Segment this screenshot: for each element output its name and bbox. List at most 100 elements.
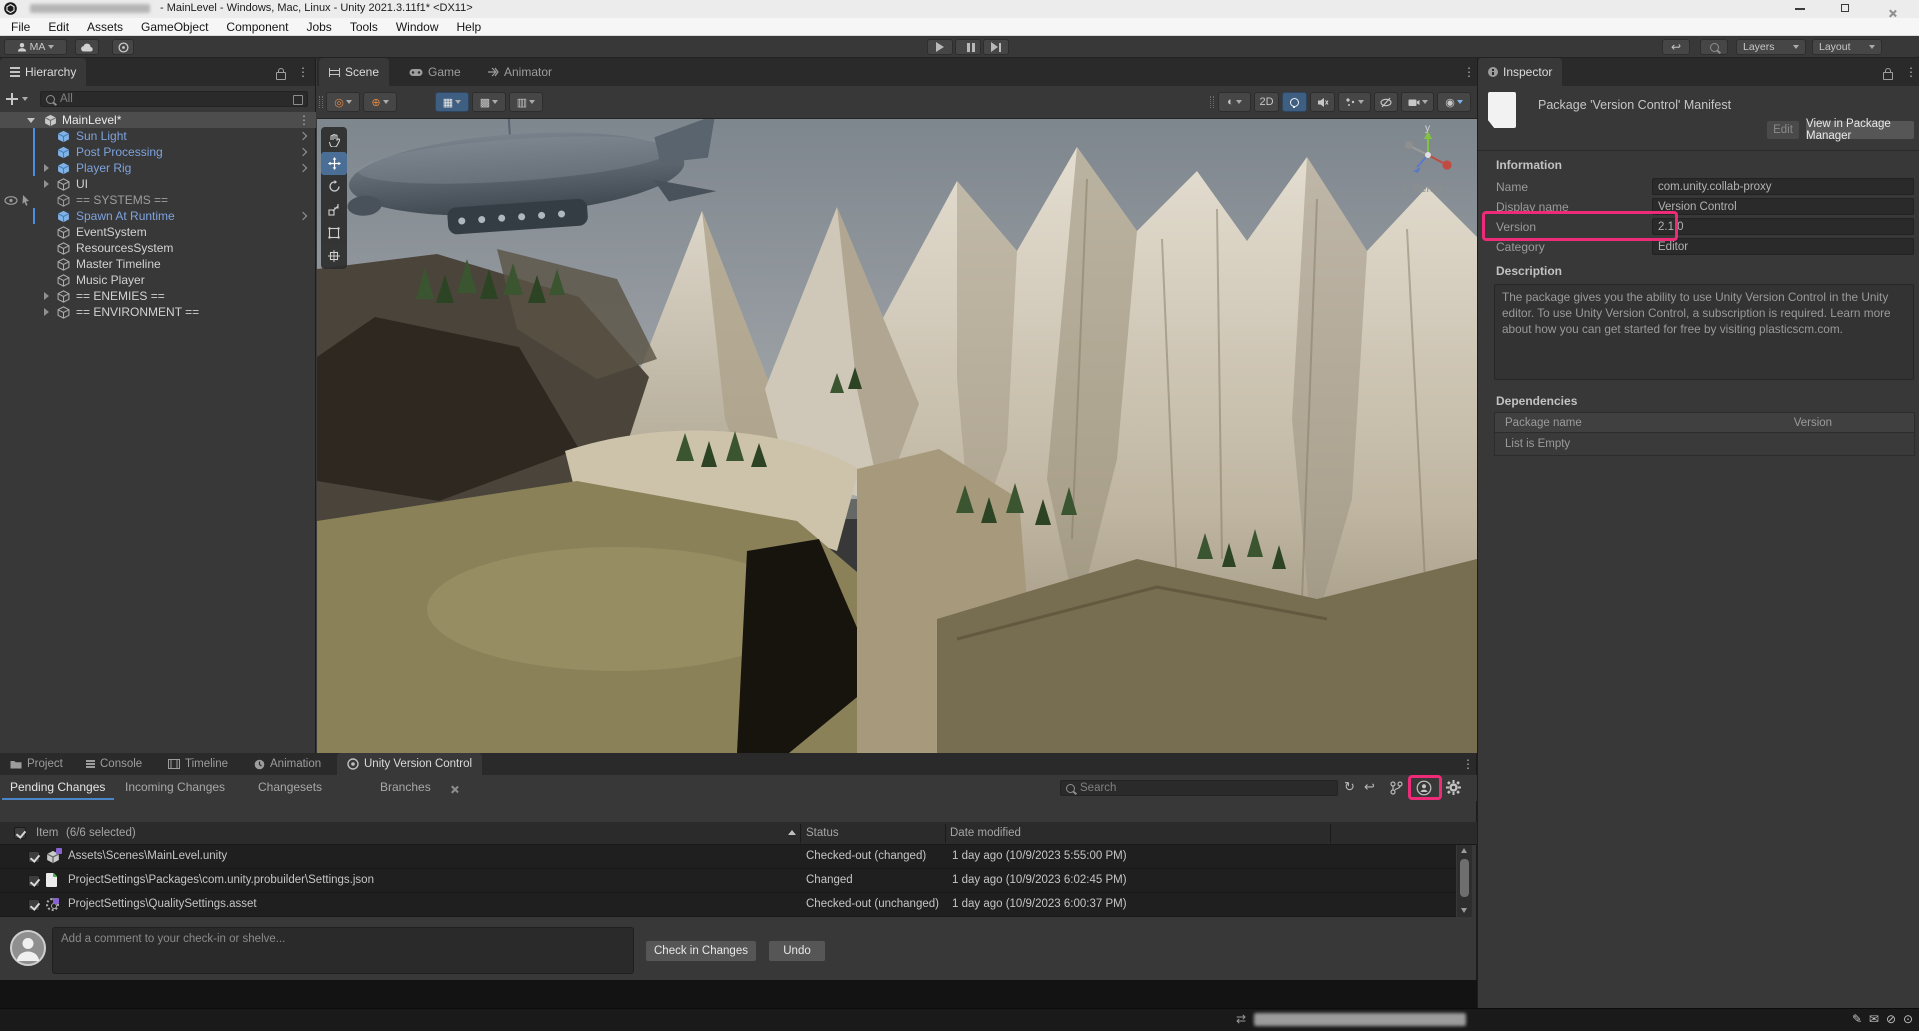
workspace-swap-icon[interactable]: ⇄ [1236, 1012, 1246, 1026]
increment-snap-dropdown[interactable]: ▩ [472, 92, 506, 112]
scrollbar-thumb[interactable] [1460, 859, 1469, 897]
menu-jobs[interactable]: Jobs [297, 18, 340, 36]
orientation-gizmo[interactable]: y [1397, 121, 1459, 183]
audio-toggle[interactable] [1310, 92, 1335, 112]
column-divider[interactable] [945, 824, 946, 843]
hierarchy-row[interactable]: Master Timeline [0, 256, 316, 272]
menu-gameobject[interactable]: GameObject [132, 18, 217, 36]
add-dropdown-icon[interactable] [22, 97, 28, 101]
grid-snap-dropdown[interactable]: ▦ [435, 92, 469, 112]
table-row[interactable]: ProjectSettings\QualitySettings.asset Ch… [0, 893, 1456, 917]
gear-icon[interactable] [1446, 780, 1461, 795]
hidden-objects-toggle[interactable] [1374, 92, 1398, 112]
tab-inspector[interactable]: Inspector [1478, 58, 1562, 86]
expand-icon[interactable] [44, 164, 49, 172]
pen-tray-icon[interactable]: ✎ [1852, 1012, 1862, 1026]
blocked-tray-icon[interactable]: ⊘ [1886, 1012, 1896, 1026]
scene-menu-icon[interactable]: ⋮ [298, 114, 310, 126]
tab-animator[interactable]: Animator [477, 58, 562, 86]
drag-handle[interactable] [319, 96, 323, 108]
tool-orientation-dropdown[interactable]: ⊕ [363, 92, 397, 112]
hierarchy-search-input[interactable]: All [40, 91, 308, 107]
menu-help[interactable]: Help [448, 18, 491, 36]
view-hand-tool[interactable] [321, 129, 347, 152]
prefab-open-icon[interactable] [299, 148, 307, 156]
expand-icon[interactable] [44, 292, 49, 300]
tab-console[interactable]: Console [76, 753, 152, 775]
menu-component[interactable]: Component [217, 18, 297, 36]
tool-settings-dropdown[interactable]: ◎ [326, 92, 360, 112]
edit-button[interactable]: Edit [1766, 120, 1800, 140]
table-scrollbar[interactable] [1457, 845, 1472, 917]
draw-mode-dropdown[interactable]: ◐ [1218, 92, 1251, 112]
effects-dropdown[interactable] [1338, 92, 1371, 112]
bottom-panel-menu-icon[interactable]: ⋮ [1462, 758, 1474, 770]
hierarchy-row[interactable]: Sun Light [0, 128, 316, 144]
account-dropdown[interactable]: MA [4, 39, 67, 55]
transform-tool[interactable] [321, 244, 347, 267]
prefab-open-icon[interactable] [299, 164, 307, 172]
select-all-checkbox[interactable] [14, 827, 26, 839]
tab-timeline[interactable]: Timeline [158, 753, 238, 775]
collapse-icon[interactable] [27, 118, 35, 123]
hierarchy-row[interactable]: == ENVIRONMENT == [0, 304, 316, 320]
drag-handle[interactable] [1210, 96, 1214, 108]
table-row[interactable]: Assets\Scenes\MainLevel.unity Checked-ou… [0, 845, 1456, 869]
menu-assets[interactable]: Assets [78, 18, 132, 36]
lock-icon[interactable] [276, 72, 286, 80]
table-row[interactable]: ProjectSettings\Packages\com.unity.probu… [0, 869, 1456, 893]
step-button[interactable] [983, 39, 1009, 55]
mail-tray-icon[interactable]: ✉ [1869, 1012, 1879, 1026]
column-divider[interactable] [1330, 824, 1331, 843]
rotate-tool[interactable] [321, 175, 347, 198]
inspector-menu-icon[interactable]: ⋮ [1905, 66, 1917, 78]
hierarchy-row[interactable]: Spawn At Runtime [0, 208, 316, 224]
close-button[interactable] [1888, 9, 1897, 18]
subtab-changesets[interactable]: Changesets [258, 780, 322, 794]
menu-edit[interactable]: Edit [39, 18, 78, 36]
hierarchy-row[interactable]: Post Processing [0, 144, 316, 160]
checkin-comment-input[interactable]: Add a comment to your check-in or shelve… [52, 927, 634, 974]
row-checkbox[interactable] [28, 851, 40, 863]
tab-hierarchy[interactable]: Hierarchy [0, 58, 86, 86]
maximize-button[interactable] [1841, 4, 1849, 12]
rect-tool[interactable] [321, 221, 347, 244]
eye-icon[interactable] [4, 196, 18, 205]
tab-unity-version-control[interactable]: Unity Version Control [337, 753, 482, 775]
hierarchy-row[interactable]: == ENEMIES == [0, 288, 316, 304]
refresh-button[interactable]: ↻ [1344, 779, 1355, 795]
prefab-open-icon[interactable] [299, 132, 307, 140]
item-column-header[interactable]: Item [36, 827, 58, 839]
sort-ascending-icon[interactable] [788, 830, 796, 835]
undo-button[interactable]: Undo [768, 940, 826, 962]
row-checkbox[interactable] [28, 899, 40, 911]
subtab-pending-changes[interactable]: Pending Changes [10, 780, 105, 794]
row-checkbox[interactable] [28, 875, 40, 887]
hierarchy-row[interactable]: UI [0, 176, 316, 192]
subtab-incoming-changes[interactable]: Incoming Changes [125, 780, 225, 794]
scene-viewport[interactable]: y Persp [317, 119, 1477, 753]
move-tool[interactable] [321, 152, 347, 175]
expand-icon[interactable] [44, 180, 49, 188]
menu-window[interactable]: Window [387, 18, 448, 36]
undo-button-icon[interactable]: ↩ [1364, 779, 1375, 795]
undo-history-button[interactable]: ↩ [1662, 39, 1690, 55]
snap-settings-dropdown[interactable]: ▥ [509, 92, 543, 112]
subtab-branches[interactable]: Branches [380, 780, 431, 794]
prefab-open-icon[interactable] [299, 212, 307, 220]
hierarchy-row[interactable]: Player Rig [0, 160, 316, 176]
play-button[interactable] [927, 39, 953, 55]
column-divider[interactable] [800, 824, 801, 843]
projection-label[interactable]: Persp [1403, 183, 1442, 195]
gizmos-dropdown[interactable]: ◉ [1437, 92, 1471, 112]
expand-search-icon[interactable] [293, 95, 303, 105]
expand-icon[interactable] [44, 308, 49, 316]
scale-tool[interactable] [321, 198, 347, 221]
status-column-header[interactable]: Status [806, 827, 839, 839]
hierarchy-row[interactable]: EventSystem [0, 224, 316, 240]
search-button[interactable] [1700, 39, 1728, 55]
hierarchy-menu-icon[interactable]: ⋮ [297, 66, 309, 78]
pause-button[interactable] [955, 39, 981, 55]
lighting-toggle[interactable] [1282, 92, 1307, 112]
pick-icon[interactable] [21, 195, 31, 206]
